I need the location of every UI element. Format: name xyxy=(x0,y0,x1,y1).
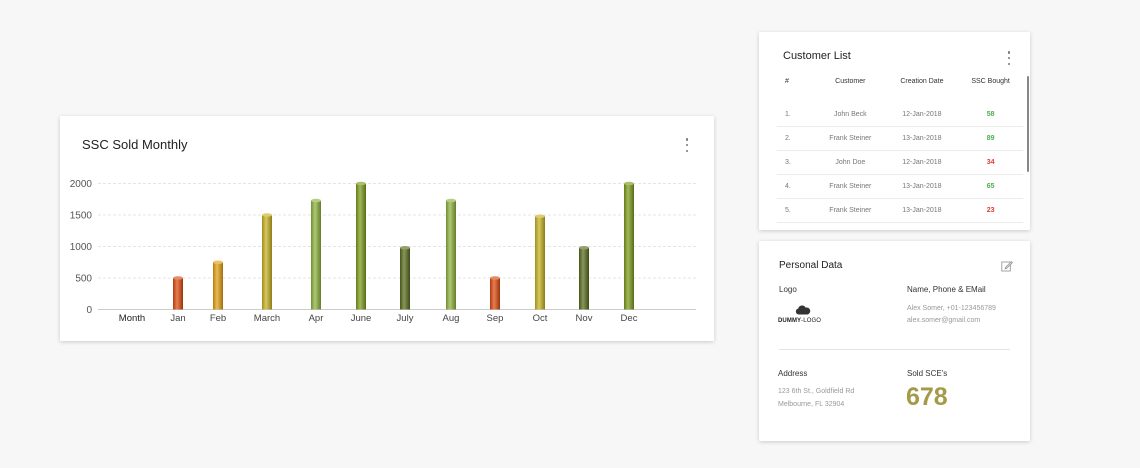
x-tick-label: Dec xyxy=(621,313,638,324)
x-tick-label: June xyxy=(351,313,372,324)
row-customer: Frank Steiner xyxy=(815,198,886,223)
x-tick-label: Oct xyxy=(533,313,548,324)
row-bought: 89 xyxy=(958,126,1023,151)
y-tick-label: 1500 xyxy=(70,211,93,222)
bar-top-dec xyxy=(624,181,634,186)
customer-list-title: Customer List xyxy=(783,50,851,62)
bar-sep xyxy=(490,278,500,310)
customer-list-scrollbar[interactable] xyxy=(1027,76,1029,172)
table-row[interactable]: 2. Frank Steiner 13-Jan-2018 89 xyxy=(777,126,1023,151)
logo-label: Logo xyxy=(779,285,797,294)
x-tick-label: July xyxy=(397,313,414,324)
bar-top-nov xyxy=(579,245,589,250)
x-tick-label: Feb xyxy=(210,313,226,324)
address-line-2: Melbourne, FL 32904 xyxy=(778,401,845,408)
bar-top-march xyxy=(262,213,272,217)
bar-feb xyxy=(213,262,223,310)
bar-top-aug xyxy=(446,198,456,203)
row-date: 13-Jan-2018 xyxy=(885,198,959,223)
column-header-customer[interactable]: Customer xyxy=(815,72,886,103)
row-date: 12-Jan-2018 xyxy=(885,103,959,127)
row-customer: Frank Steiner xyxy=(815,174,886,199)
x-tick-label: March xyxy=(254,313,280,324)
row-customer: John Beck xyxy=(815,103,886,127)
table-row[interactable]: 5. Frank Steiner 13-Jan-2018 23 xyxy=(777,198,1023,223)
customer-table: # Customer Creation Date SSC Bought 1. J… xyxy=(777,72,1023,223)
row-bought: 23 xyxy=(958,198,1023,223)
y-tick-label: 0 xyxy=(86,305,92,316)
logo-text-bold: DUMMY xyxy=(778,318,802,324)
edit-icon[interactable] xyxy=(1001,260,1013,272)
logo-text: DUMMY-LOGO xyxy=(778,318,821,324)
y-tick-label: 1000 xyxy=(70,242,93,253)
x-tick-label: Nov xyxy=(576,313,593,324)
personal-data-title: Personal Data xyxy=(779,260,843,271)
bar-top-oct xyxy=(535,214,545,219)
row-number: 3. xyxy=(777,150,815,175)
customer-table-header: # Customer Creation Date SSC Bought xyxy=(777,72,1023,103)
bar-apr xyxy=(311,200,321,310)
row-date: 12-Jan-2018 xyxy=(885,150,959,175)
bar-top-sep xyxy=(490,276,500,280)
row-date: 13-Jan-2018 xyxy=(885,174,959,199)
row-bought: 65 xyxy=(958,174,1023,199)
x-axis-title: Month xyxy=(119,313,145,324)
row-number: 2. xyxy=(777,126,815,151)
column-header-ssc-bought[interactable]: SSC Bought xyxy=(958,72,1023,103)
personal-data-card: Personal Data Logo DUMMY-LOGO Name, Phon… xyxy=(759,241,1030,441)
column-header-creation-date[interactable]: Creation Date xyxy=(886,72,959,103)
bar-top-apr xyxy=(311,198,321,203)
x-tick-label: Aug xyxy=(443,313,460,324)
x-tick-label: Apr xyxy=(309,313,324,324)
contact-email[interactable]: alex.somer@gmail.com xyxy=(907,315,980,327)
company-logo: DUMMY-LOGO xyxy=(778,305,838,327)
contact-name-phone: Alex Somer, +01-123456789 xyxy=(907,305,996,312)
y-tick-label: 2000 xyxy=(70,179,93,190)
address-line-1: 123 6th St., Goldfield Rd xyxy=(778,388,855,395)
row-customer: Frank Steiner xyxy=(815,126,886,151)
address-label: Address xyxy=(778,369,808,378)
table-row[interactable]: 3. John Doe 12-Jan-2018 34 xyxy=(777,150,1023,175)
chart-title: SSC Sold Monthly xyxy=(82,137,188,152)
bar-nov xyxy=(579,247,589,310)
row-bought: 58 xyxy=(958,103,1023,127)
x-tick-label: Sep xyxy=(487,313,504,324)
sold-label: Sold SCE's xyxy=(907,369,948,378)
bar-top-feb xyxy=(213,260,223,265)
y-tick-label: 500 xyxy=(75,274,92,285)
table-row[interactable]: 1. John Beck 12-Jan-2018 58 xyxy=(777,103,1023,127)
ssc-sold-monthly-card: 0 500 1000 1500 2000 Month Jan Feb March Apr June J… xyxy=(60,116,714,341)
row-customer: John Doe xyxy=(815,150,886,175)
bar-july xyxy=(400,247,410,310)
column-header-number[interactable]: # xyxy=(777,72,815,103)
logo-text-light: -LOGO xyxy=(801,318,822,324)
customer-more-vertical-icon[interactable] xyxy=(1007,51,1011,65)
row-number: 4. xyxy=(777,174,815,199)
bar-aug xyxy=(446,200,456,310)
customer-list-card: Customer List # Customer Creation Date S… xyxy=(759,32,1030,230)
contact-label: Name, Phone & EMail xyxy=(907,285,986,294)
chart-more-vertical-icon[interactable] xyxy=(685,138,689,152)
bar-jan xyxy=(173,278,183,310)
bar-top-jan xyxy=(173,276,183,280)
bar-march xyxy=(262,215,272,310)
divider xyxy=(779,349,1010,350)
x-tick-label: Jan xyxy=(170,313,185,324)
row-bought: 34 xyxy=(958,150,1023,175)
cloud-icon xyxy=(795,305,811,315)
row-date: 13-Jan-2018 xyxy=(885,126,959,151)
row-number: 5. xyxy=(777,198,815,223)
bar-june xyxy=(356,183,366,310)
bar-top-june xyxy=(356,181,366,186)
bar-oct xyxy=(535,216,545,310)
bar-dec xyxy=(624,183,634,310)
sold-value: 678 xyxy=(906,383,948,411)
table-row[interactable]: 4. Frank Steiner 13-Jan-2018 65 xyxy=(777,174,1023,199)
bar-top-july xyxy=(400,245,410,250)
row-number: 1. xyxy=(777,103,815,127)
